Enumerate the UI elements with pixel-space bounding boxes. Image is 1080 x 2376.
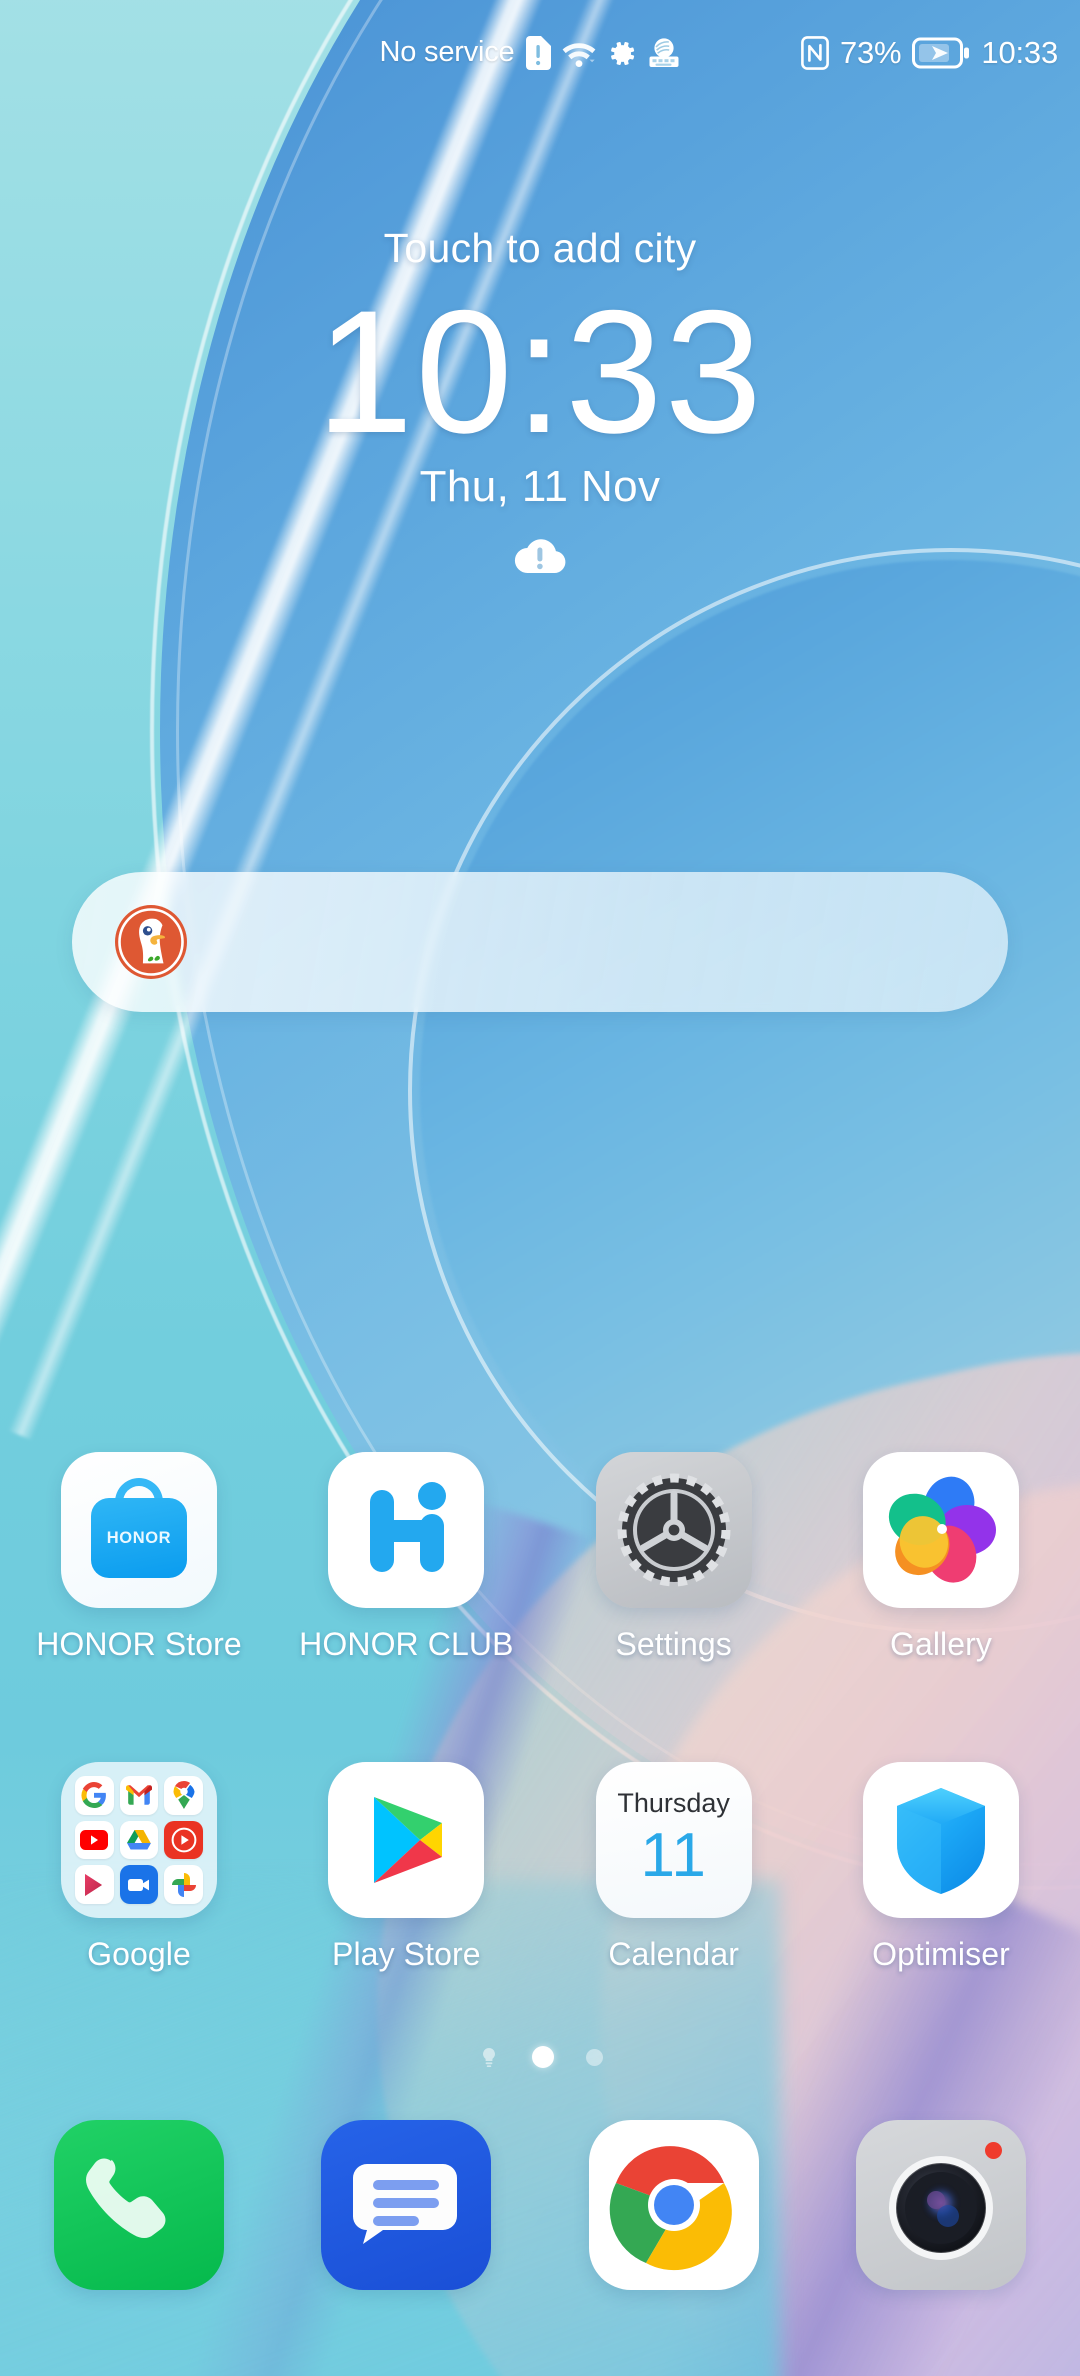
app-label: Play Store bbox=[332, 1936, 481, 1972]
app-label: Settings bbox=[615, 1626, 732, 1662]
youtube-music-icon bbox=[164, 1820, 203, 1860]
app-label: Calendar bbox=[608, 1936, 739, 1972]
app-label: Optimiser bbox=[872, 1936, 1010, 1972]
app-label: Google bbox=[87, 1936, 191, 1972]
widget-time[interactable]: 10:33 bbox=[316, 282, 764, 464]
smart-suggestion-bulb-icon[interactable] bbox=[478, 2046, 500, 2068]
google-play-movies-icon bbox=[75, 1865, 114, 1904]
carrier-label: No service bbox=[379, 36, 515, 68]
dock-app-messages[interactable] bbox=[317, 2120, 495, 2290]
search-input[interactable] bbox=[190, 922, 1008, 962]
dock-app-chrome[interactable] bbox=[585, 2120, 763, 2290]
app-play-store[interactable]: Play Store bbox=[317, 1762, 495, 1973]
status-bar-clock: 10:33 bbox=[981, 34, 1058, 70]
google-folder-icon[interactable] bbox=[61, 1762, 217, 1918]
app-google-folder[interactable]: Google bbox=[50, 1762, 228, 1973]
keyboard-signal-icon bbox=[647, 37, 681, 69]
battery-percent-label: 73% bbox=[839, 34, 902, 70]
add-city-label[interactable]: Touch to add city bbox=[384, 225, 697, 272]
calendar-day-number: 11 bbox=[640, 1820, 707, 1890]
app-grid-row-2: Google Play Store Thursday 11 Calendar O… bbox=[0, 1762, 1080, 1973]
google-photos-icon bbox=[164, 1865, 203, 1904]
camera-icon[interactable] bbox=[855, 2120, 1026, 2290]
gallery-pinwheel-icon[interactable] bbox=[862, 1452, 1019, 1608]
app-calendar[interactable]: Thursday 11 Calendar bbox=[585, 1762, 763, 1973]
gear-icon bbox=[607, 38, 637, 68]
app-honor-club[interactable]: HONOR CLUB bbox=[299, 1452, 513, 1663]
sim-warning-icon bbox=[525, 35, 551, 70]
widget-date[interactable]: Thu, 11 Nov bbox=[420, 462, 661, 512]
messages-icon[interactable] bbox=[321, 2120, 492, 2290]
app-label: HONOR CLUB bbox=[299, 1626, 514, 1662]
page-dot[interactable] bbox=[585, 2048, 603, 2066]
battery-charging-icon bbox=[912, 37, 970, 69]
app-label: Gallery bbox=[889, 1626, 993, 1662]
app-label: HONOR Store bbox=[36, 1626, 242, 1662]
honor-club-icon[interactable] bbox=[328, 1452, 485, 1608]
settings-gear-icon[interactable] bbox=[595, 1452, 752, 1608]
app-grid-row-1: HONOR HONOR Store HONOR CLUB Settings Ga… bbox=[0, 1452, 1080, 1663]
page-indicator[interactable] bbox=[0, 2046, 1080, 2068]
honor-store-icon[interactable]: HONOR bbox=[61, 1452, 217, 1608]
nfc-icon bbox=[801, 35, 829, 70]
google-meet-icon bbox=[119, 1865, 159, 1904]
camera-record-dot-icon bbox=[984, 2142, 1002, 2159]
calendar-icon[interactable]: Thursday 11 bbox=[595, 1762, 752, 1918]
clock-weather-widget[interactable]: Touch to add city 10:33 Thu, 11 Nov bbox=[0, 225, 1080, 576]
phone-icon[interactable] bbox=[54, 2120, 224, 2290]
wifi-icon bbox=[561, 38, 597, 68]
optimiser-shield-icon[interactable] bbox=[862, 1762, 1019, 1918]
chrome-icon[interactable] bbox=[588, 2120, 759, 2290]
duckduckgo-icon[interactable] bbox=[112, 903, 190, 981]
page-dot-active[interactable] bbox=[531, 2046, 554, 2068]
dock-app-camera[interactable] bbox=[852, 2120, 1030, 2290]
google-maps-icon bbox=[164, 1776, 203, 1815]
dock-app-phone[interactable] bbox=[50, 2120, 228, 2290]
app-gallery[interactable]: Gallery bbox=[852, 1452, 1030, 1663]
app-honor-store[interactable]: HONOR HONOR Store bbox=[36, 1452, 242, 1663]
youtube-icon bbox=[75, 1820, 114, 1860]
search-bar[interactable] bbox=[72, 872, 1008, 1012]
gmail-icon bbox=[119, 1776, 159, 1815]
google-drive-icon bbox=[119, 1820, 159, 1860]
status-bar-right-group: 73% 10:33 bbox=[801, 0, 1058, 105]
calendar-weekday: Thursday bbox=[617, 1787, 730, 1818]
app-optimiser[interactable]: Optimiser bbox=[852, 1762, 1030, 1973]
home-screen: No service 73% 10:33 Touch to add city 1… bbox=[0, 0, 1080, 2376]
status-bar[interactable]: No service 73% 10:33 bbox=[0, 0, 1080, 105]
dock bbox=[0, 2120, 1080, 2290]
google-search-icon bbox=[75, 1776, 114, 1815]
app-settings[interactable]: Settings bbox=[585, 1452, 763, 1663]
play-store-icon[interactable] bbox=[328, 1762, 485, 1918]
cloud-warning-icon[interactable] bbox=[511, 534, 569, 576]
